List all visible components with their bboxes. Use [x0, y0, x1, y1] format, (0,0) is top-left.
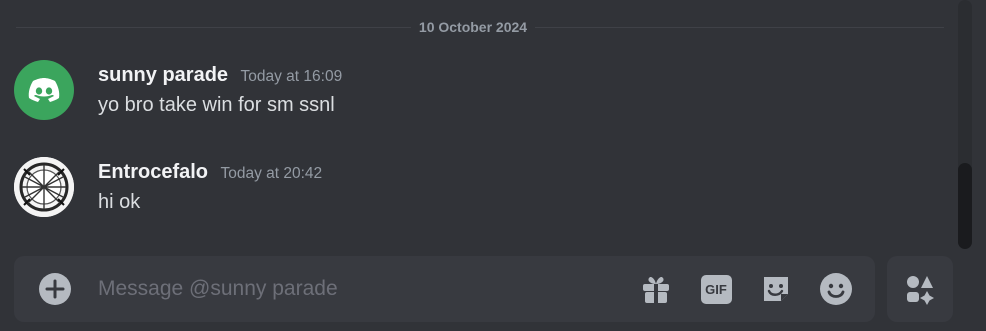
- timestamp[interactable]: Today at 16:09: [241, 68, 343, 85]
- plus-circle-icon: [39, 273, 71, 305]
- gift-icon: [643, 276, 669, 303]
- message-meta: Entrocefalo Today at 20:42: [98, 158, 322, 188]
- message-item[interactable]: Entrocefalo Today at 20:42 hi ok: [0, 156, 946, 226]
- date-divider-line: [16, 27, 944, 28]
- message-item[interactable]: sunny parade Today at 16:09 yo bro take …: [0, 59, 946, 129]
- username[interactable]: Entrocefalo: [98, 161, 208, 183]
- discord-logo-icon: [28, 78, 60, 102]
- username[interactable]: sunny parade: [98, 64, 228, 86]
- smile-icon: [820, 273, 852, 305]
- chat-view: 10 October 2024 sunny parade Today at 16…: [0, 0, 986, 331]
- gif-label: GIF: [700, 274, 732, 304]
- add-attachment-button[interactable]: [38, 272, 72, 306]
- user-avatar-image: [14, 157, 74, 217]
- apps-button[interactable]: [903, 272, 937, 306]
- message-composer: GIF: [14, 256, 875, 322]
- avatar[interactable]: [14, 157, 74, 217]
- apps-icon: [907, 276, 934, 305]
- message-input[interactable]: [98, 273, 618, 305]
- sticker-button[interactable]: [759, 272, 793, 306]
- timestamp[interactable]: Today at 20:42: [220, 165, 322, 182]
- message-text: yo bro take win for sm ssnl: [98, 94, 335, 116]
- message-meta: sunny parade Today at 16:09: [98, 61, 342, 91]
- scrollbar-thumb[interactable]: [958, 163, 972, 249]
- avatar[interactable]: [14, 60, 74, 120]
- sticker-icon: [764, 277, 788, 301]
- emoji-button[interactable]: [819, 272, 853, 306]
- gift-button[interactable]: [639, 272, 673, 306]
- apps-panel: [887, 256, 953, 322]
- message-text: hi ok: [98, 191, 141, 213]
- gif-button[interactable]: GIF: [699, 272, 733, 306]
